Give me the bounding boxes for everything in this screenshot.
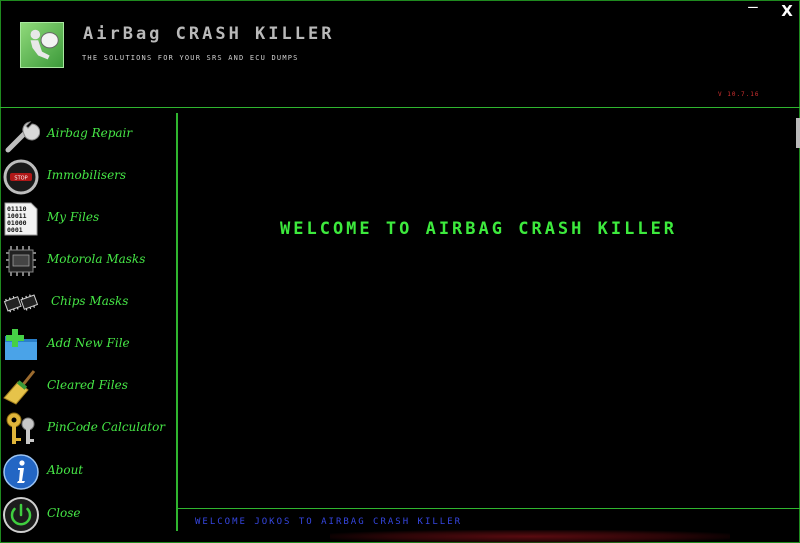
status-divider [178, 508, 800, 509]
info-icon [2, 453, 40, 491]
app-subtitle: THE SOLUTIONS FOR YOUR SRS AND ECU DUMPS [82, 54, 299, 62]
sidebar-item-label: Add New File [47, 336, 130, 350]
app-header: AirBag CRASH KILLER THE SOLUTIONS FOR YO… [0, 0, 800, 108]
sidebar-item-airbag-repair[interactable]: Airbag Repair [0, 114, 176, 154]
sidebar-item-label: PinCode Calculator [47, 420, 166, 434]
sidebar-item-add-new-file[interactable]: Add New File [0, 324, 176, 364]
sidebar-item-close[interactable]: Close [0, 494, 176, 534]
sidebar-item-my-files[interactable]: 01110 10011 01000 0001 My Files [0, 198, 176, 238]
app-title: AirBag CRASH KILLER [83, 24, 335, 44]
sidebar-item-about[interactable]: About [0, 451, 176, 491]
sidebar-item-label: Motorola Masks [47, 252, 146, 266]
main-panel: WELCOME TO AIRBAG CRASH KILLER [178, 113, 798, 508]
power-icon [2, 496, 40, 534]
chips-icon [2, 284, 40, 322]
sidebar-item-immobilisers[interactable]: STOP Immobilisers [0, 156, 176, 196]
sidebar-item-label: Cleared Files [47, 378, 128, 392]
svg-text:STOP: STOP [14, 176, 27, 182]
sidebar-item-motorola-masks[interactable]: Motorola Masks [0, 240, 176, 280]
background-glow [330, 530, 730, 543]
minimize-button[interactable]: — [742, 0, 764, 16]
sidebar-item-label: About [47, 463, 84, 477]
sidebar-item-label: Chips Masks [51, 294, 129, 308]
sidebar-item-label: Immobilisers [47, 168, 127, 182]
airbag-logo-icon [20, 22, 64, 68]
add-folder-icon [2, 326, 40, 364]
status-bar-text: WELCOME JOKOS TO AIRBAG CRASH KILLER [195, 517, 463, 527]
sidebar-item-label: Close [47, 506, 81, 520]
wrench-icon [2, 116, 41, 154]
sidebar-item-cleared-files[interactable]: Cleared Files [0, 366, 176, 406]
sidebar: Airbag Repair STOP Immobilisers 01110 10… [0, 110, 176, 543]
binary-file-icon: 01110 10011 01000 0001 [2, 200, 40, 238]
sidebar-item-label: My Files [47, 210, 100, 224]
cpu-chip-icon [2, 242, 40, 280]
immobiliser-icon: STOP [2, 158, 40, 196]
version-label: V 10.7.16 [718, 91, 760, 98]
scrollbar-thumb[interactable] [796, 118, 800, 148]
sidebar-item-label: Airbag Repair [47, 126, 133, 140]
broom-icon [2, 368, 40, 406]
sidebar-item-chips-masks[interactable]: Chips Masks [0, 282, 176, 322]
welcome-heading: WELCOME TO AIRBAG CRASH KILLER [280, 219, 678, 239]
keys-icon [2, 410, 40, 448]
sidebar-item-pincode-calculator[interactable]: PinCode Calculator [0, 408, 176, 448]
svg-text:0001: 0001 [7, 226, 23, 234]
close-window-button[interactable]: X [776, 2, 798, 20]
